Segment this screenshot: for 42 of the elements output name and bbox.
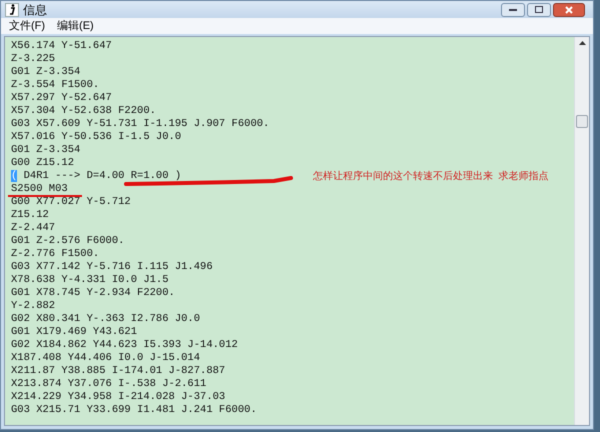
code-line: G01 X179.469 Y43.621 (11, 327, 138, 338)
code-line: X214.229 Y34.958 I-214.028 J-37.03 (11, 392, 226, 403)
code-line: G02 X80.341 Y-.363 I2.786 J0.0 (11, 314, 200, 325)
code-line: X57.016 Y-50.536 I-1.5 J0.0 (11, 132, 182, 143)
code-line: G01 Z-3.354 (11, 67, 80, 78)
maximize-button[interactable] (527, 2, 551, 16)
code-line: G00 Z15.12 (11, 158, 74, 169)
code-line: X187.408 Y44.406 I0.0 J-15.014 (11, 353, 200, 364)
maximize-icon (535, 6, 543, 13)
scroll-up-icon[interactable] (578, 41, 586, 45)
code-line: Z-3.554 F1500. (11, 80, 100, 91)
code-line: G03 X215.71 Y33.699 I1.481 J.241 F6000. (11, 405, 257, 416)
scroll-thumb[interactable] (576, 115, 588, 128)
code-line: G03 X77.142 Y-5.716 I.115 J1.496 (11, 262, 213, 273)
code-line: Y-2.882 (11, 301, 56, 312)
code-line: X56.174 Y-51.647 (11, 41, 112, 52)
code-line: X211.87 Y38.885 I-174.01 J-827.887 (11, 366, 226, 377)
menu-item[interactable]: 文件(F) (9, 18, 46, 34)
window-title: 信息 (23, 2, 47, 18)
menu-item[interactable]: 编辑(E) (57, 18, 94, 34)
code-line: X57.304 Y-52.638 F2200. (11, 106, 156, 117)
code-line: X213.874 Y37.076 I-.538 J-2.611 (11, 379, 206, 390)
minimize-icon (509, 8, 517, 12)
annotation-note: 怎样让程序中间的这个转速不后处理出来 求老师指点 (313, 170, 549, 184)
code-line: Z15.12 (11, 210, 49, 221)
minimize-button[interactable] (501, 2, 525, 16)
code-line: Z-3.225 (11, 54, 56, 65)
code-line: G02 X184.862 Y44.623 I5.393 J-14.012 (11, 340, 238, 351)
code-line: Z-2.447 (11, 223, 56, 234)
code-line: ( D4R1 ---> D=4.00 R=1.00 ) (11, 171, 182, 182)
code-line: G00 X77.027 Y-5.712 (11, 197, 131, 208)
close-icon (565, 6, 573, 14)
code-line: G03 X57.609 Y-51.731 I-1.195 J.907 F6000. (11, 119, 270, 130)
scrollbar[interactable] (574, 37, 589, 425)
code-line: X78.638 Y-4.331 I0.0 J1.5 (11, 275, 169, 286)
code-line: S2500 M03 (11, 184, 68, 195)
code-line: X57.297 Y-52.647 (11, 93, 112, 104)
close-button[interactable] (553, 2, 585, 16)
code-line: G01 Z-3.354 (11, 145, 80, 156)
code-line: G01 Z-2.576 F6000. (11, 236, 124, 247)
code-line: G01 X78.745 Y-2.934 F2200. (11, 288, 175, 299)
code-line: Z-2.776 F1500. (11, 249, 100, 260)
